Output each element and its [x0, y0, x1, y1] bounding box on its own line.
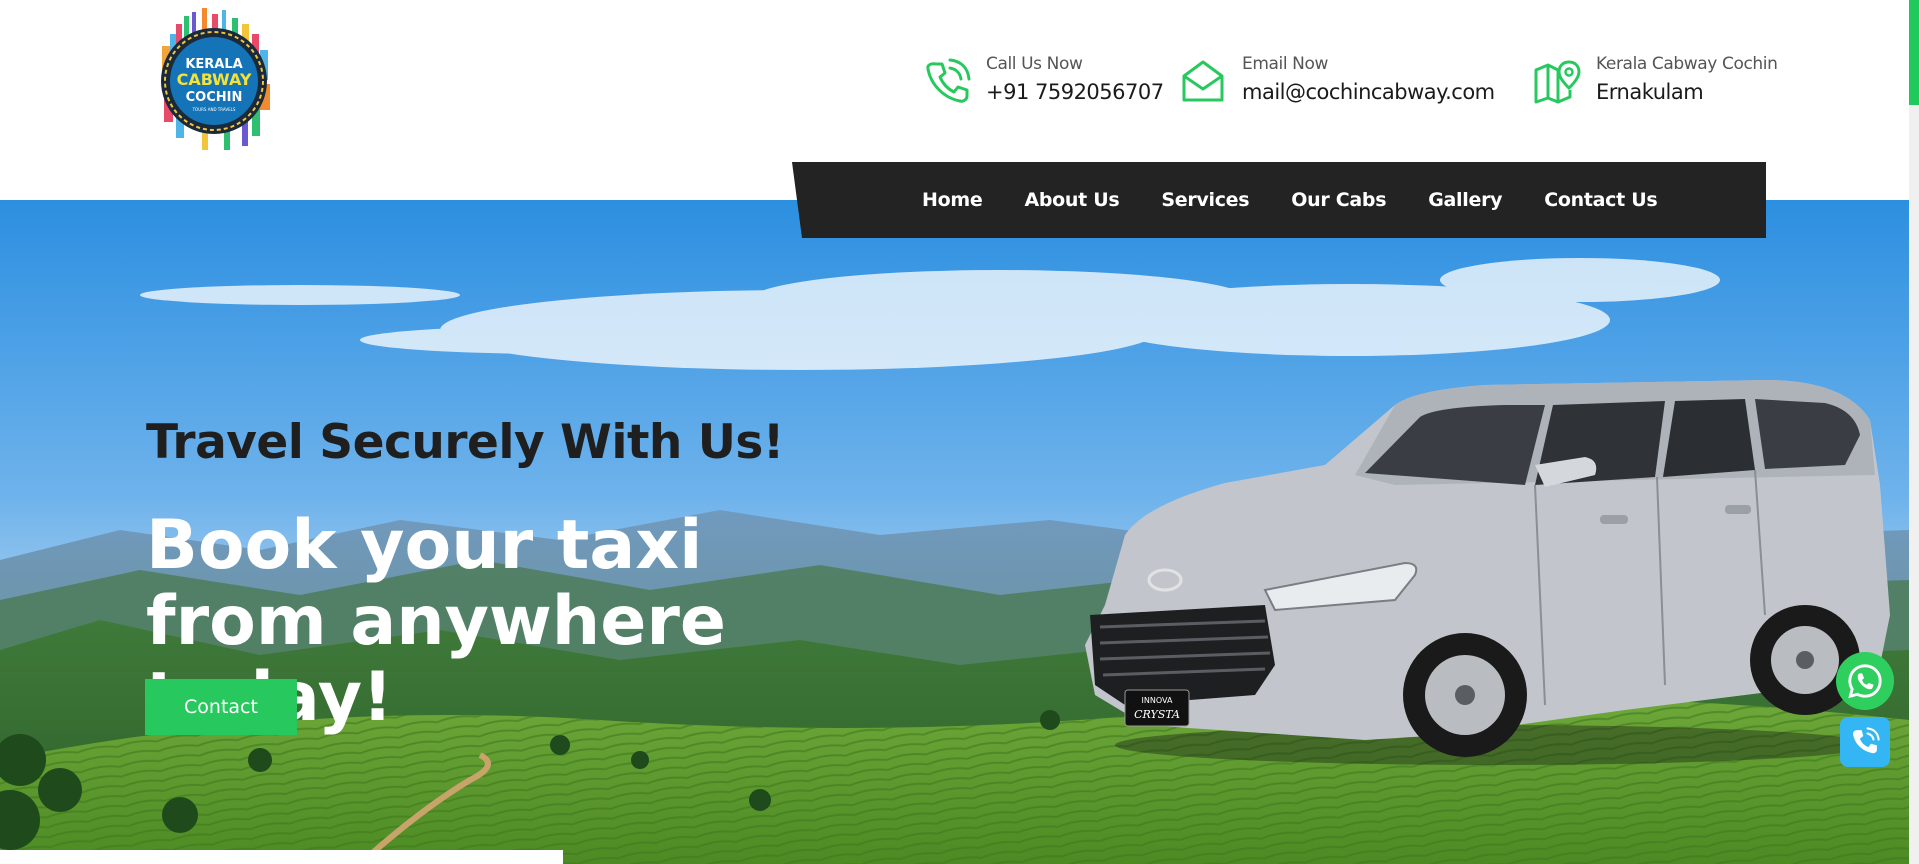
- email-address[interactable]: mail@cochincabway.com: [1242, 76, 1495, 108]
- location-label: Kerala Cabway Cochin: [1596, 54, 1778, 74]
- main-nav: Home About Us Services Our Cabs Gallery …: [792, 162, 1766, 238]
- site-logo[interactable]: KERALA CABWAY COCHIN TOURS AND TRAVELS: [146, 6, 286, 156]
- nav-gallery[interactable]: Gallery: [1428, 189, 1502, 211]
- car-badge-innova: INNOVA: [1142, 696, 1173, 705]
- car-badge-crysta: CRYSTA: [1134, 708, 1180, 721]
- phone-icon: [926, 58, 971, 103]
- whatsapp-icon: [1848, 664, 1882, 699]
- logo-text-tagline: TOURS AND TRAVELS: [192, 107, 236, 112]
- map-icon: [1534, 60, 1581, 104]
- nav-home[interactable]: Home: [922, 189, 983, 211]
- location-contact[interactable]: Kerala Cabway Cochin Ernakulam: [1532, 52, 1778, 112]
- call-us-contact[interactable]: Call Us Now +91 7592056707: [922, 52, 1164, 112]
- email-contact[interactable]: Email Now mail@cochincabway.com: [1178, 52, 1495, 112]
- mail-icon: [1182, 60, 1224, 102]
- whatsapp-button[interactable]: [1836, 652, 1894, 710]
- bottom-white-strip: [0, 850, 563, 864]
- location-city[interactable]: Ernakulam: [1596, 76, 1777, 108]
- scrollbar-thumb[interactable]: [1909, 0, 1919, 105]
- nav-services[interactable]: Services: [1161, 189, 1249, 211]
- call-button[interactable]: [1840, 717, 1890, 767]
- nav-our-cabs[interactable]: Our Cabs: [1291, 189, 1386, 211]
- logo-text-cabway: CABWAY: [177, 70, 252, 89]
- hero-tagline: Travel Securely With Us!: [146, 415, 784, 470]
- nav-about-us[interactable]: About Us: [1024, 189, 1119, 211]
- email-label: Email Now: [1242, 54, 1328, 74]
- contact-button[interactable]: Contact: [145, 679, 297, 735]
- hero-section: INNOVA CRYSTA Travel Securely With Us! B…: [0, 200, 1909, 864]
- call-number[interactable]: +91 7592056707: [986, 76, 1164, 108]
- car-image: INNOVA CRYSTA: [1085, 380, 1890, 765]
- logo-text-cochin: COCHIN: [186, 90, 243, 105]
- nav-contact-us[interactable]: Contact Us: [1544, 189, 1657, 211]
- page-scrollbar[interactable]: [1909, 0, 1919, 864]
- call-label: Call Us Now: [986, 54, 1083, 74]
- phone-call-icon: [1853, 727, 1880, 754]
